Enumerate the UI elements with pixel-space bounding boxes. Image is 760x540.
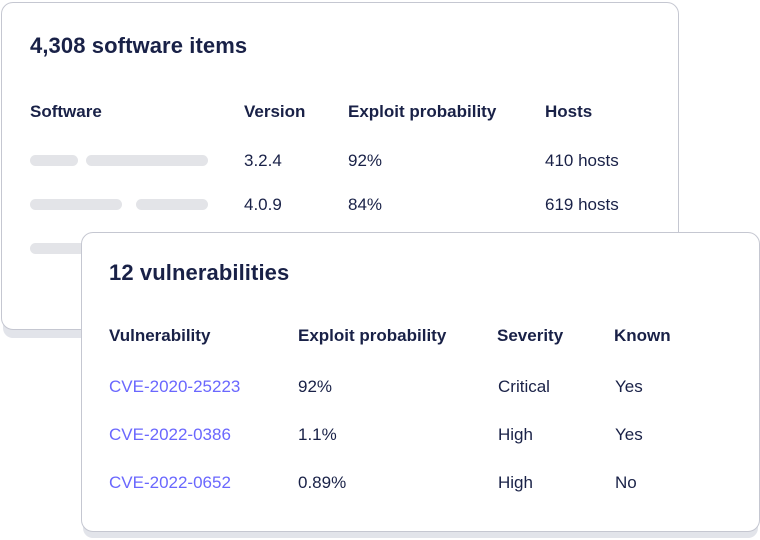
vulnerabilities-card-title: 12 vulnerabilities [109,260,290,285]
column-header-vulnerability: Vulnerability [109,326,211,345]
software-version: 3.2.4 [244,151,282,170]
stage: 4,308 software items Software Version Ex… [0,0,760,540]
column-header-software: Software [30,102,102,121]
vulnerability-known: Yes [615,377,643,396]
software-name-placeholder [86,155,208,166]
software-exploit-probability: 84% [348,195,383,214]
vulnerability-known: Yes [615,425,643,444]
vulnerabilities-card: 12 vulnerabilities Vulnerability Exploit… [81,232,760,532]
column-header-known: Known [614,326,671,345]
vulnerability-exploit-probability: 0.89% [298,473,347,492]
column-header-severity: Severity [497,326,564,345]
vulnerability-severity: Critical [498,377,550,396]
column-header-exploit-probability: Exploit probability [348,102,497,121]
column-header-hosts: Hosts [545,102,593,121]
cve-link[interactable]: CVE-2022-0386 [109,425,231,445]
cve-link[interactable]: CVE-2022-0652 [109,473,231,493]
column-header-exploit-probability: Exploit probability [298,326,447,345]
software-name-placeholder [30,199,122,210]
software-card-title: 4,308 software items [30,33,248,58]
software-exploit-probability: 92% [348,151,383,170]
vulnerability-severity: High [498,425,533,444]
column-header-version: Version [244,102,306,121]
vulnerability-exploit-probability: 92% [298,377,333,396]
software-hosts: 619 hosts [545,195,619,214]
software-version: 4.0.9 [244,195,282,214]
vulnerability-exploit-probability: 1.1% [298,425,337,444]
vulnerability-severity: High [498,473,533,492]
vulnerability-known: No [615,473,637,492]
cve-link[interactable]: CVE-2020-25223 [109,377,240,397]
software-name-placeholder [136,199,208,210]
software-name-placeholder [30,155,78,166]
software-hosts: 410 hosts [545,151,619,170]
